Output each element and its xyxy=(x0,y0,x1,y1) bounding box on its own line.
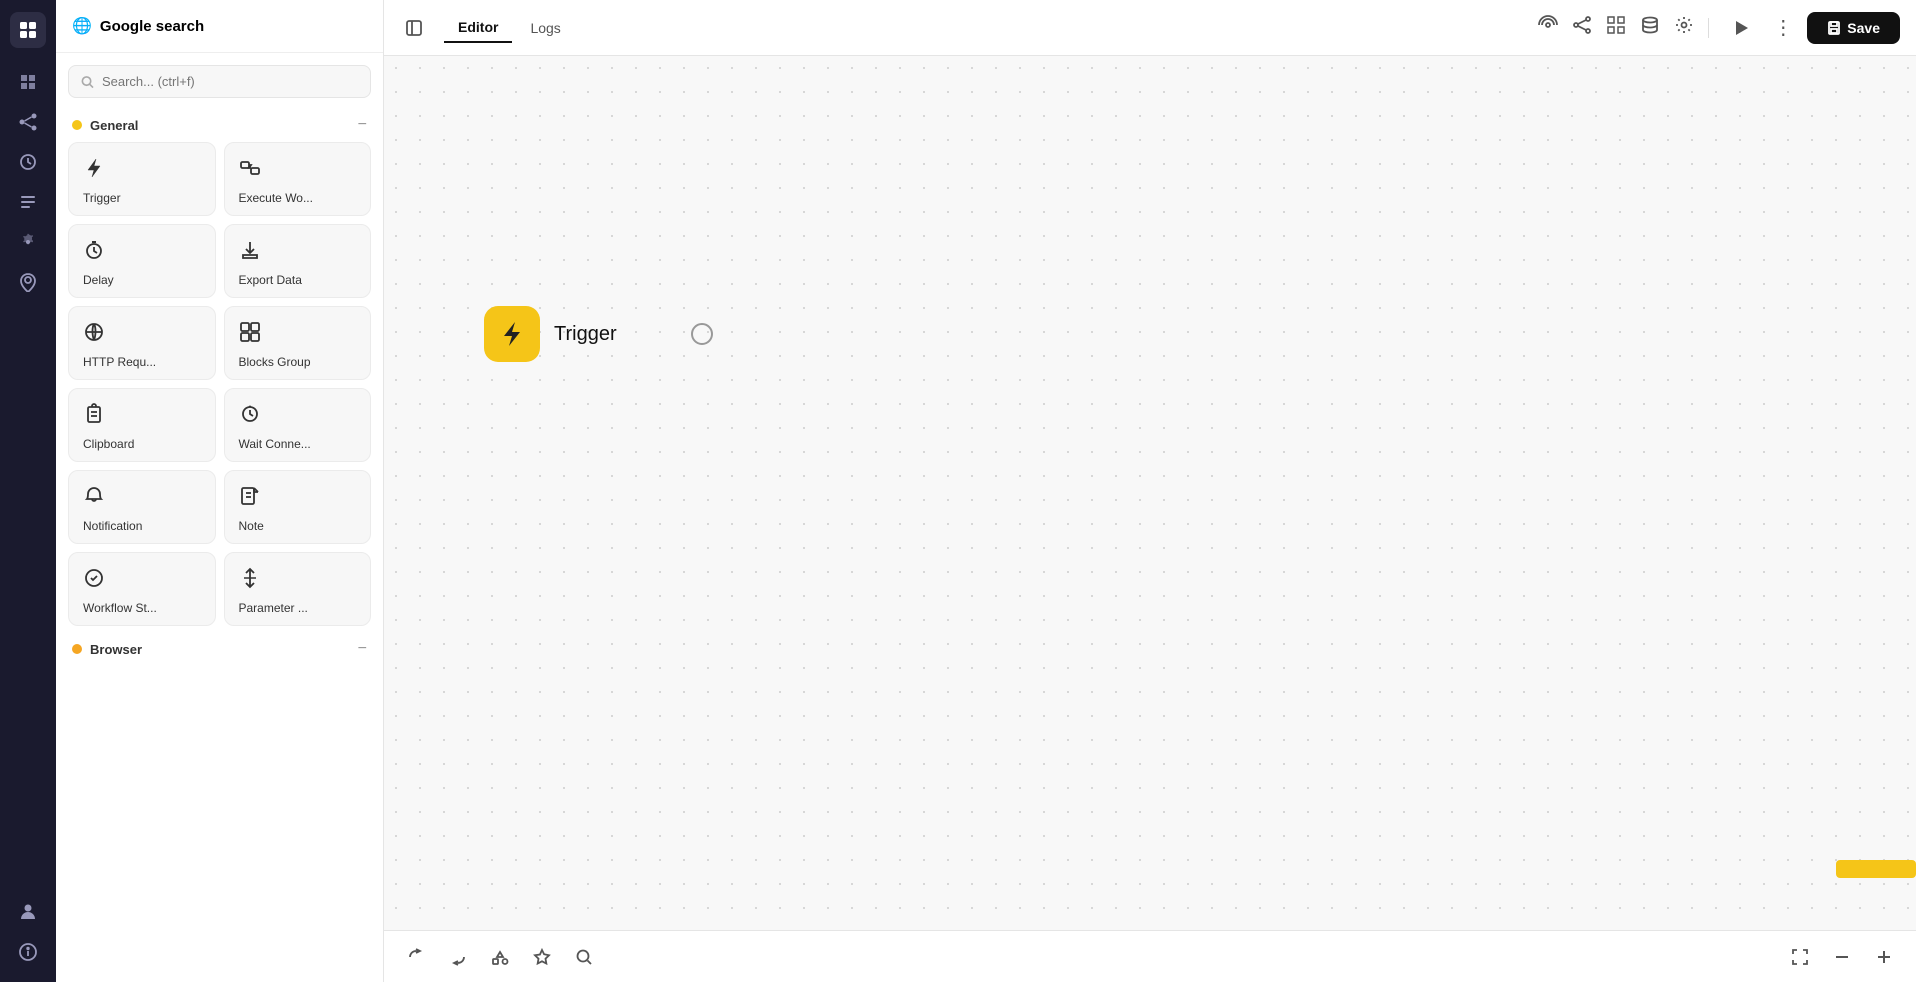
search-input[interactable] xyxy=(102,74,358,89)
trigger-node[interactable]: Trigger xyxy=(484,306,713,362)
nav-icon-user[interactable] xyxy=(10,894,46,930)
browser-dot xyxy=(72,644,82,654)
settings-icon[interactable] xyxy=(1674,15,1694,40)
nav-icon-info[interactable] xyxy=(10,934,46,970)
block-http-label: HTTP Requ... xyxy=(83,355,156,369)
block-http-request[interactable]: HTTP Requ... xyxy=(68,306,216,380)
canvas[interactable]: Trigger xyxy=(384,56,1916,930)
main-area: Editor Logs ⋮ xyxy=(384,0,1916,982)
http-request-icon xyxy=(83,321,105,349)
nav-icon-logs[interactable] xyxy=(10,184,46,220)
search-canvas-btn[interactable] xyxy=(568,941,600,973)
block-execute-label: Execute Wo... xyxy=(239,191,313,205)
browser-collapse-btn[interactable]: − xyxy=(358,640,367,658)
fullscreen-btn[interactable] xyxy=(1784,941,1816,973)
trigger-node-label: Trigger xyxy=(554,323,617,346)
general-blocks-grid: Trigger Execute Wo... Delay xyxy=(56,142,383,634)
tab-logs[interactable]: Logs xyxy=(516,14,574,42)
database-icon[interactable] xyxy=(1640,15,1660,40)
sidebar-content: General − Trigger Execute Wo... xyxy=(56,110,383,982)
blocks-group-icon xyxy=(239,321,261,349)
undo-btn[interactable] xyxy=(400,941,432,973)
zoom-in-btn[interactable] xyxy=(1868,941,1900,973)
trigger-connector[interactable] xyxy=(691,323,713,345)
redo-btn[interactable] xyxy=(442,941,474,973)
grid-icon[interactable] xyxy=(1606,15,1626,40)
zoom-controls xyxy=(1784,941,1900,973)
app-logo[interactable] xyxy=(10,12,46,48)
block-trigger-label: Trigger xyxy=(83,191,121,205)
wait-connection-icon xyxy=(239,403,261,431)
block-workflow-state[interactable]: Workflow St... xyxy=(68,552,216,626)
block-blocks-group-label: Blocks Group xyxy=(239,355,311,369)
block-parameter-label: Parameter ... xyxy=(239,601,308,615)
add-block-btn[interactable] xyxy=(484,941,516,973)
trigger-bolt-icon xyxy=(497,319,527,349)
search-box[interactable] xyxy=(68,65,371,98)
zoom-out-btn[interactable] xyxy=(1826,941,1858,973)
notification-icon xyxy=(83,485,105,513)
browser-label: Browser xyxy=(90,642,142,657)
block-notification[interactable]: Notification xyxy=(68,470,216,544)
antenna-icon[interactable] xyxy=(1538,15,1558,40)
share-icon[interactable] xyxy=(1572,15,1592,40)
topbar-tabs: Editor Logs xyxy=(444,13,575,43)
trigger-icon xyxy=(83,157,105,185)
browser-section-header: Browser − xyxy=(56,634,383,666)
note-icon xyxy=(239,485,261,513)
block-trigger[interactable]: Trigger xyxy=(68,142,216,216)
block-export-data[interactable]: Export Data xyxy=(224,224,372,298)
bottom-toolbar xyxy=(384,930,1916,982)
block-note-label: Note xyxy=(239,519,264,533)
sidebar: 🌐 Google search General − Trigger xyxy=(56,0,384,982)
mini-card-indicator xyxy=(1836,860,1916,878)
block-delay-label: Delay xyxy=(83,273,114,287)
block-execute-workflow[interactable]: Execute Wo... xyxy=(224,142,372,216)
search-icon xyxy=(81,75,94,89)
general-section-header: General − xyxy=(56,110,383,142)
topbar-icons: ⋮ Save xyxy=(1538,10,1900,46)
general-dot xyxy=(72,120,82,130)
run-btn[interactable] xyxy=(1723,10,1759,46)
icon-nav xyxy=(0,0,56,982)
block-wait-connection[interactable]: Wait Conne... xyxy=(224,388,372,462)
nav-icon-settings[interactable] xyxy=(10,224,46,260)
globe-icon: 🌐 xyxy=(72,16,92,36)
workflow-state-icon xyxy=(83,567,105,595)
save-button[interactable]: Save xyxy=(1807,12,1900,44)
block-blocks-group[interactable]: Blocks Group xyxy=(224,306,372,380)
trigger-icon-box xyxy=(484,306,540,362)
block-delay[interactable]: Delay xyxy=(68,224,216,298)
nav-icon-location[interactable] xyxy=(10,264,46,300)
topbar-divider xyxy=(1708,18,1709,38)
nav-icon-blocks[interactable] xyxy=(10,64,46,100)
topbar: Editor Logs ⋮ xyxy=(384,0,1916,56)
general-label: General xyxy=(90,118,138,133)
sidebar-header: 🌐 Google search xyxy=(56,0,383,53)
execute-workflow-icon xyxy=(239,157,261,185)
sidebar-title: Google search xyxy=(100,18,204,35)
nav-icon-workflows[interactable] xyxy=(10,104,46,140)
block-workflow-state-label: Workflow St... xyxy=(83,601,157,615)
tab-editor[interactable]: Editor xyxy=(444,13,512,43)
nav-icon-history[interactable] xyxy=(10,144,46,180)
general-section-title: General xyxy=(72,118,138,133)
clipboard-icon xyxy=(83,403,105,431)
parameter-icon xyxy=(239,567,261,595)
star-btn[interactable] xyxy=(526,941,558,973)
sidebar-toggle-btn[interactable] xyxy=(400,14,428,42)
delay-icon xyxy=(83,239,105,267)
block-parameter[interactable]: Parameter ... xyxy=(224,552,372,626)
block-note[interactable]: Note xyxy=(224,470,372,544)
browser-section-title: Browser xyxy=(72,642,142,657)
export-data-icon xyxy=(239,239,261,267)
block-clipboard[interactable]: Clipboard xyxy=(68,388,216,462)
block-notification-label: Notification xyxy=(83,519,142,533)
block-wait-label: Wait Conne... xyxy=(239,437,311,451)
more-options-btn[interactable]: ⋮ xyxy=(1773,15,1793,40)
block-clipboard-label: Clipboard xyxy=(83,437,134,451)
block-export-label: Export Data xyxy=(239,273,302,287)
general-collapse-btn[interactable]: − xyxy=(358,116,367,134)
